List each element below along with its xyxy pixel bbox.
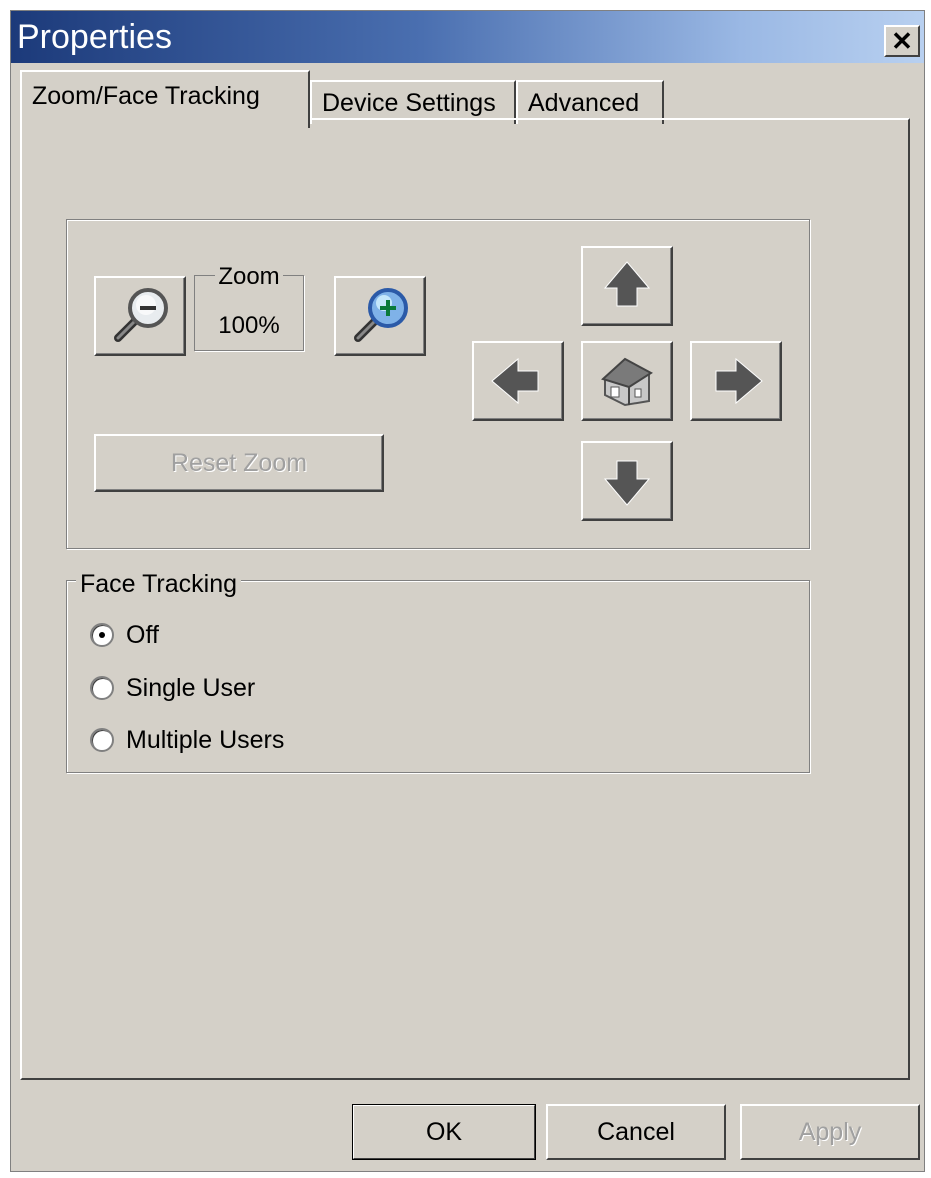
arrow-left-icon: [491, 357, 539, 405]
radio-single-user-label: Single User: [126, 674, 256, 702]
pan-right-button[interactable]: [690, 341, 782, 421]
window-title: Properties: [17, 18, 172, 56]
tab-zoom-face-tracking[interactable]: Zoom/Face Tracking: [20, 70, 310, 128]
apply-label: Apply: [798, 1118, 862, 1146]
pan-home-button[interactable]: [581, 341, 673, 421]
title-bar[interactable]: Properties ✕: [11, 11, 924, 63]
arrow-right-icon: [715, 357, 763, 405]
pan-down-button[interactable]: [581, 441, 673, 521]
magnifier-minus-icon: [114, 288, 168, 342]
home-icon: [601, 357, 653, 407]
radio-button[interactable]: [90, 728, 114, 752]
close-button[interactable]: ✕: [884, 25, 920, 57]
ok-button[interactable]: OK: [352, 1104, 536, 1160]
arrow-up-icon: [603, 261, 651, 307]
apply-button[interactable]: Apply: [740, 1104, 920, 1160]
radio-selected-dot: [99, 632, 105, 638]
radio-multiple-users-label: Multiple Users: [126, 726, 285, 754]
pan-up-button[interactable]: [581, 246, 673, 326]
zoom-caption: Zoom: [215, 263, 283, 290]
arrow-down-icon: [603, 460, 651, 506]
reset-zoom-label: Reset Zoom: [170, 449, 308, 477]
zoom-in-button[interactable]: [334, 276, 426, 356]
pan-left-button[interactable]: [472, 341, 564, 421]
radio-button[interactable]: [90, 623, 114, 647]
radio-button[interactable]: [90, 676, 114, 700]
cancel-button[interactable]: Cancel: [546, 1104, 726, 1160]
face-tracking-legend: Face Tracking: [76, 570, 242, 599]
zoom-value: 100%: [218, 312, 280, 339]
zoom-level-display: Zoom 100%: [194, 263, 304, 351]
magnifier-plus-icon: [354, 288, 408, 342]
zoom-out-button[interactable]: [94, 276, 186, 356]
reset-zoom-button[interactable]: Reset Zoom: [94, 434, 384, 492]
radio-off-label: Off: [126, 621, 159, 649]
close-icon: ✕: [891, 26, 913, 56]
